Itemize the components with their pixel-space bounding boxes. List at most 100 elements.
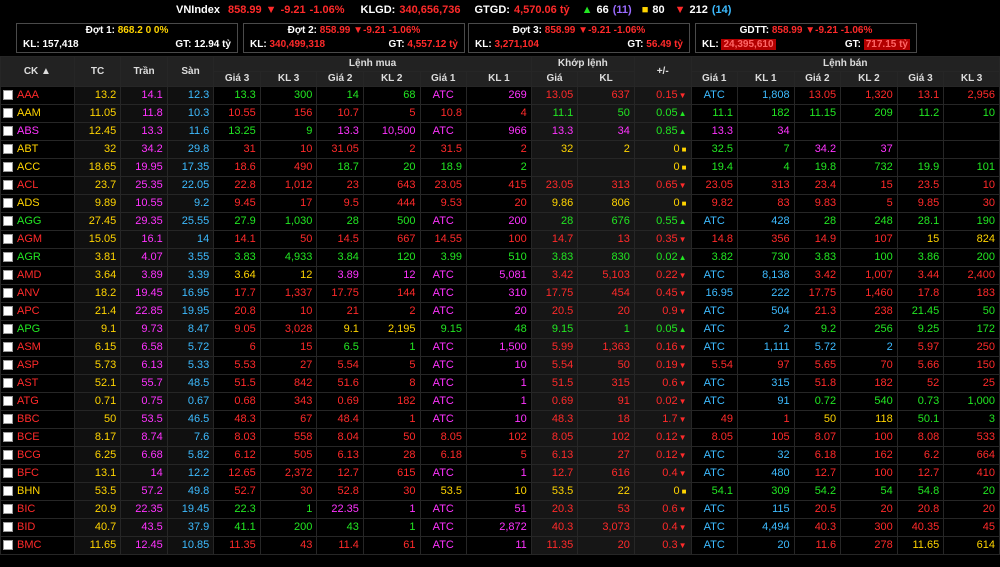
table-row[interactable]: ATG 0.71 0.75 0.67 0.68 343 0.69 182 ATC 1 0.69 91 0… bbox=[0, 392, 1000, 411]
symbol-cell[interactable]: ATG bbox=[0, 392, 75, 411]
table-row[interactable]: BCG 6.25 6.68 5.82 6.12 505 6.13 28 6.18 5 6.13 27 0… bbox=[0, 446, 1000, 465]
row-checkbox[interactable] bbox=[3, 414, 13, 425]
floor-price: 10.85 bbox=[166, 536, 215, 555]
table-row[interactable]: APC 21.4 22.85 19.95 20.8 10 21 2 ATC 20 20.5 20 0.9… bbox=[0, 302, 1000, 321]
row-checkbox[interactable] bbox=[3, 432, 13, 443]
table-row[interactable]: ABS 12.45 13.3 11.6 13.25 9 13.3 10,500 ATC 966 13… bbox=[0, 122, 1000, 141]
symbol-cell[interactable]: BCG bbox=[0, 446, 75, 465]
bid2-price: 3.89 bbox=[316, 266, 364, 285]
table-row[interactable]: BID 40.7 43.5 37.9 41.1 200 43 1 ATC 2,872 40.3 3,0… bbox=[0, 518, 1000, 537]
table-row[interactable]: ABT 32 34.2 29.8 31 10 31.05 2 31.5 2 32 2 0 ■ 32.5 7 34… bbox=[0, 140, 1000, 159]
row-checkbox[interactable] bbox=[3, 234, 13, 245]
table-row[interactable]: ADS 9.89 10.55 9.2 9.45 17 9.5 444 9.53 20 9.86 806… bbox=[0, 194, 1000, 213]
symbol-cell[interactable]: BID bbox=[0, 518, 75, 537]
symbol-cell[interactable]: AGG bbox=[0, 212, 75, 231]
match-price: 32 bbox=[530, 140, 579, 159]
row-checkbox[interactable] bbox=[3, 180, 13, 191]
row-checkbox[interactable] bbox=[3, 522, 13, 533]
table-row[interactable]: AST 52.1 55.7 48.5 51.5 842 51.6 8 ATC 1 51.5 315 0.… bbox=[0, 374, 1000, 393]
row-checkbox[interactable] bbox=[3, 342, 13, 353]
ask3-volume: 614 bbox=[943, 536, 1000, 555]
table-row[interactable]: BMC 11.65 12.45 10.85 11.35 43 11.4 61 ATC 11 11.3… bbox=[0, 536, 1000, 555]
symbol-cell[interactable]: ASM bbox=[0, 338, 75, 357]
floor-price: 3.55 bbox=[166, 248, 215, 267]
symbol-cell[interactable]: AGR bbox=[0, 248, 75, 267]
table-row[interactable]: BFC 13.1 14 12.2 12.65 2,372 12.7 615 ATC 1 12.7 61… bbox=[0, 464, 1000, 483]
table-row[interactable]: ASM 6.15 6.58 5.72 6 15 6.5 1 ATC 1,500 5.99 1,363 0… bbox=[0, 338, 1000, 357]
row-checkbox[interactable] bbox=[3, 270, 13, 281]
symbol-cell[interactable]: BIC bbox=[0, 500, 75, 519]
row-checkbox[interactable] bbox=[3, 126, 13, 137]
table-row[interactable]: BIC 20.9 22.35 19.45 22.3 1 22.35 1 ATC 51 20.3 53 0… bbox=[0, 500, 1000, 519]
row-checkbox[interactable] bbox=[3, 504, 13, 515]
table-row[interactable]: AGR 3.81 4.07 3.55 3.83 4,933 3.84 120 3.99 510 3.… bbox=[0, 248, 1000, 267]
symbol-cell[interactable]: ABS bbox=[0, 122, 75, 141]
row-checkbox[interactable] bbox=[3, 108, 13, 119]
row-checkbox[interactable] bbox=[3, 90, 13, 101]
table-row[interactable]: BHN 53.5 57.2 49.8 52.7 30 52.8 30 53.5 10 53.5 22 0… bbox=[0, 482, 1000, 501]
row-checkbox[interactable] bbox=[3, 378, 13, 389]
bid3-price: 3.64 bbox=[213, 266, 261, 285]
table-row[interactable]: BCE 8.17 8.74 7.6 8.03 558 8.04 50 8.05 102 8.05 10… bbox=[0, 428, 1000, 447]
bid1-volume: 10 bbox=[466, 482, 532, 501]
ask3-volume: 20 bbox=[943, 500, 1000, 519]
symbol-cell[interactable]: ADS bbox=[0, 194, 75, 213]
row-checkbox[interactable] bbox=[3, 486, 13, 497]
table-row[interactable]: ACC 18.65 19.95 17.35 18.6 490 18.7 20 18.9 2 0 ■ 19… bbox=[0, 158, 1000, 177]
header-bidvol3: KL 3 bbox=[259, 71, 318, 87]
table-row[interactable]: BBC 50 53.5 46.5 48.3 67 48.4 1 ATC 10 48.3 18 1.7▼ 4… bbox=[0, 410, 1000, 429]
table-row[interactable]: AGM 15.05 16.1 14 14.1 50 14.5 667 14.55 100 14.7 1… bbox=[0, 230, 1000, 249]
row-checkbox[interactable] bbox=[3, 468, 13, 479]
row-checkbox[interactable] bbox=[3, 540, 13, 551]
symbol-cell[interactable]: AGM bbox=[0, 230, 75, 249]
symbol-cell[interactable]: ASP bbox=[0, 356, 75, 375]
change-value: 0.16 bbox=[656, 341, 678, 353]
symbol-cell[interactable]: AAA bbox=[0, 86, 75, 105]
table-row[interactable]: ANV 18.2 19.45 16.95 17.7 1,337 17.75 144 ATC 310… bbox=[0, 284, 1000, 303]
sort-symbol-header[interactable]: CK ▲ bbox=[0, 56, 75, 87]
ask1-volume: 91 bbox=[737, 392, 795, 411]
symbol-cell[interactable]: BHN bbox=[0, 482, 75, 501]
header-match-price: Giá bbox=[530, 71, 579, 87]
symbol-cell[interactable]: APC bbox=[0, 302, 75, 321]
row-checkbox[interactable] bbox=[3, 162, 13, 173]
ceiling-price: 13.3 bbox=[120, 122, 168, 141]
symbol-cell[interactable]: BCE bbox=[0, 428, 75, 447]
symbol-cell[interactable]: BFC bbox=[0, 464, 75, 483]
floor-price: 17.35 bbox=[166, 158, 215, 177]
symbol-cell[interactable]: AMD bbox=[0, 266, 75, 285]
unchanged-square-icon: ■ bbox=[681, 199, 687, 208]
down-arrow-icon: ▼ bbox=[678, 469, 687, 478]
symbol-cell[interactable]: APG bbox=[0, 320, 75, 339]
row-checkbox[interactable] bbox=[3, 198, 13, 209]
symbol-cell[interactable]: BBC bbox=[0, 410, 75, 429]
table-row[interactable]: APG 9.1 9.73 8.47 9.05 3,028 9.1 2,195 9.15 48 9.1… bbox=[0, 320, 1000, 339]
row-checkbox[interactable] bbox=[3, 306, 13, 317]
row-checkbox[interactable] bbox=[3, 360, 13, 371]
table-row[interactable]: AMD 3.64 3.89 3.39 3.64 12 3.89 12 ATC 5,081 3.42 5… bbox=[0, 266, 1000, 285]
symbol-cell[interactable]: BMC bbox=[0, 536, 75, 555]
row-checkbox[interactable] bbox=[3, 450, 13, 461]
floor-price: 12.2 bbox=[166, 464, 215, 483]
table-row[interactable]: AAA 13.2 14.1 12.3 13.3 300 14 68 ATC 269 13.05 637… bbox=[0, 86, 1000, 105]
table-row[interactable]: ASP 5.73 6.13 5.33 5.53 27 5.54 5 ATC 10 5.54 50 0.1… bbox=[0, 356, 1000, 375]
row-checkbox[interactable] bbox=[3, 324, 13, 335]
table-row[interactable]: AAM 11.05 11.8 10.3 10.55 156 10.7 5 10.8 4 11.1 50… bbox=[0, 104, 1000, 123]
symbol-cell[interactable]: ACC bbox=[0, 158, 75, 177]
row-checkbox[interactable] bbox=[3, 396, 13, 407]
symbol-cell[interactable]: ABT bbox=[0, 140, 75, 159]
row-checkbox[interactable] bbox=[3, 288, 13, 299]
ask3-price: 54.8 bbox=[896, 482, 945, 501]
table-row[interactable]: ACL 23.7 25.35 22.05 22.8 1,012 23 643 23.05 415 2… bbox=[0, 176, 1000, 195]
symbol-cell[interactable]: ACL bbox=[0, 176, 75, 195]
ask1-volume: 115 bbox=[737, 500, 795, 519]
symbol-cell[interactable]: AST bbox=[0, 374, 75, 393]
row-checkbox[interactable] bbox=[3, 252, 13, 263]
symbol-cell[interactable]: ANV bbox=[0, 284, 75, 303]
row-checkbox[interactable] bbox=[3, 144, 13, 155]
table-row[interactable]: AGG 27.45 29.35 25.55 27.9 1,030 28 500 ATC 200 28… bbox=[0, 212, 1000, 231]
ask1-volume: 97 bbox=[737, 356, 795, 375]
symbol-cell[interactable]: AAM bbox=[0, 104, 75, 123]
ask1-volume: 7 bbox=[737, 140, 795, 159]
row-checkbox[interactable] bbox=[3, 216, 13, 227]
